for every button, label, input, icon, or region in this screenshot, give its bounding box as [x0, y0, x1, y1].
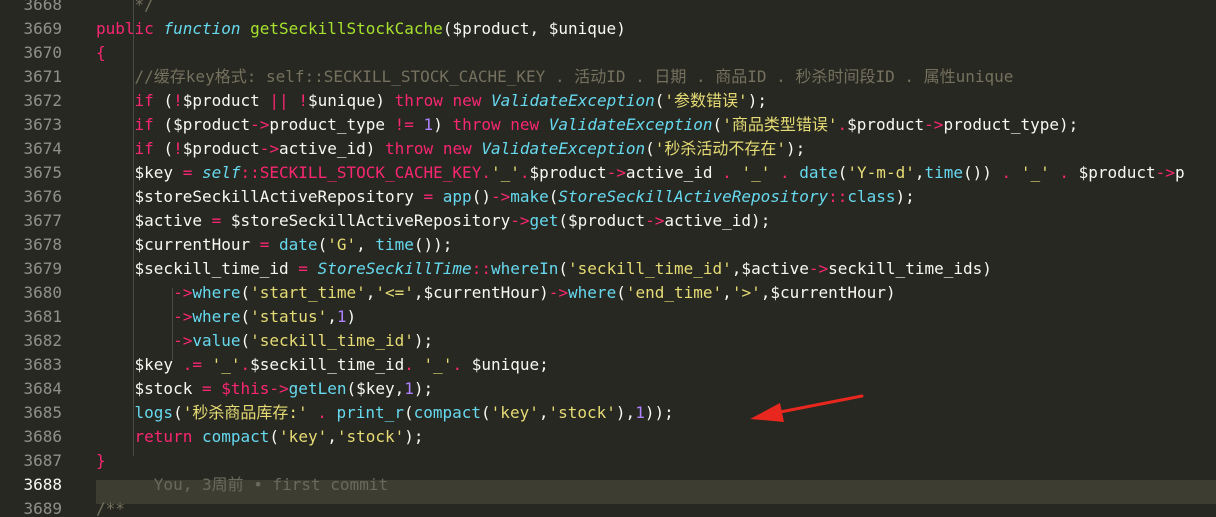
code-editor[interactable]: 3668 3669 3670 3671 3672 3673 3674 3675 3676 3677…: [0, 0, 1216, 517]
red-arrow-icon: [750, 394, 864, 422]
